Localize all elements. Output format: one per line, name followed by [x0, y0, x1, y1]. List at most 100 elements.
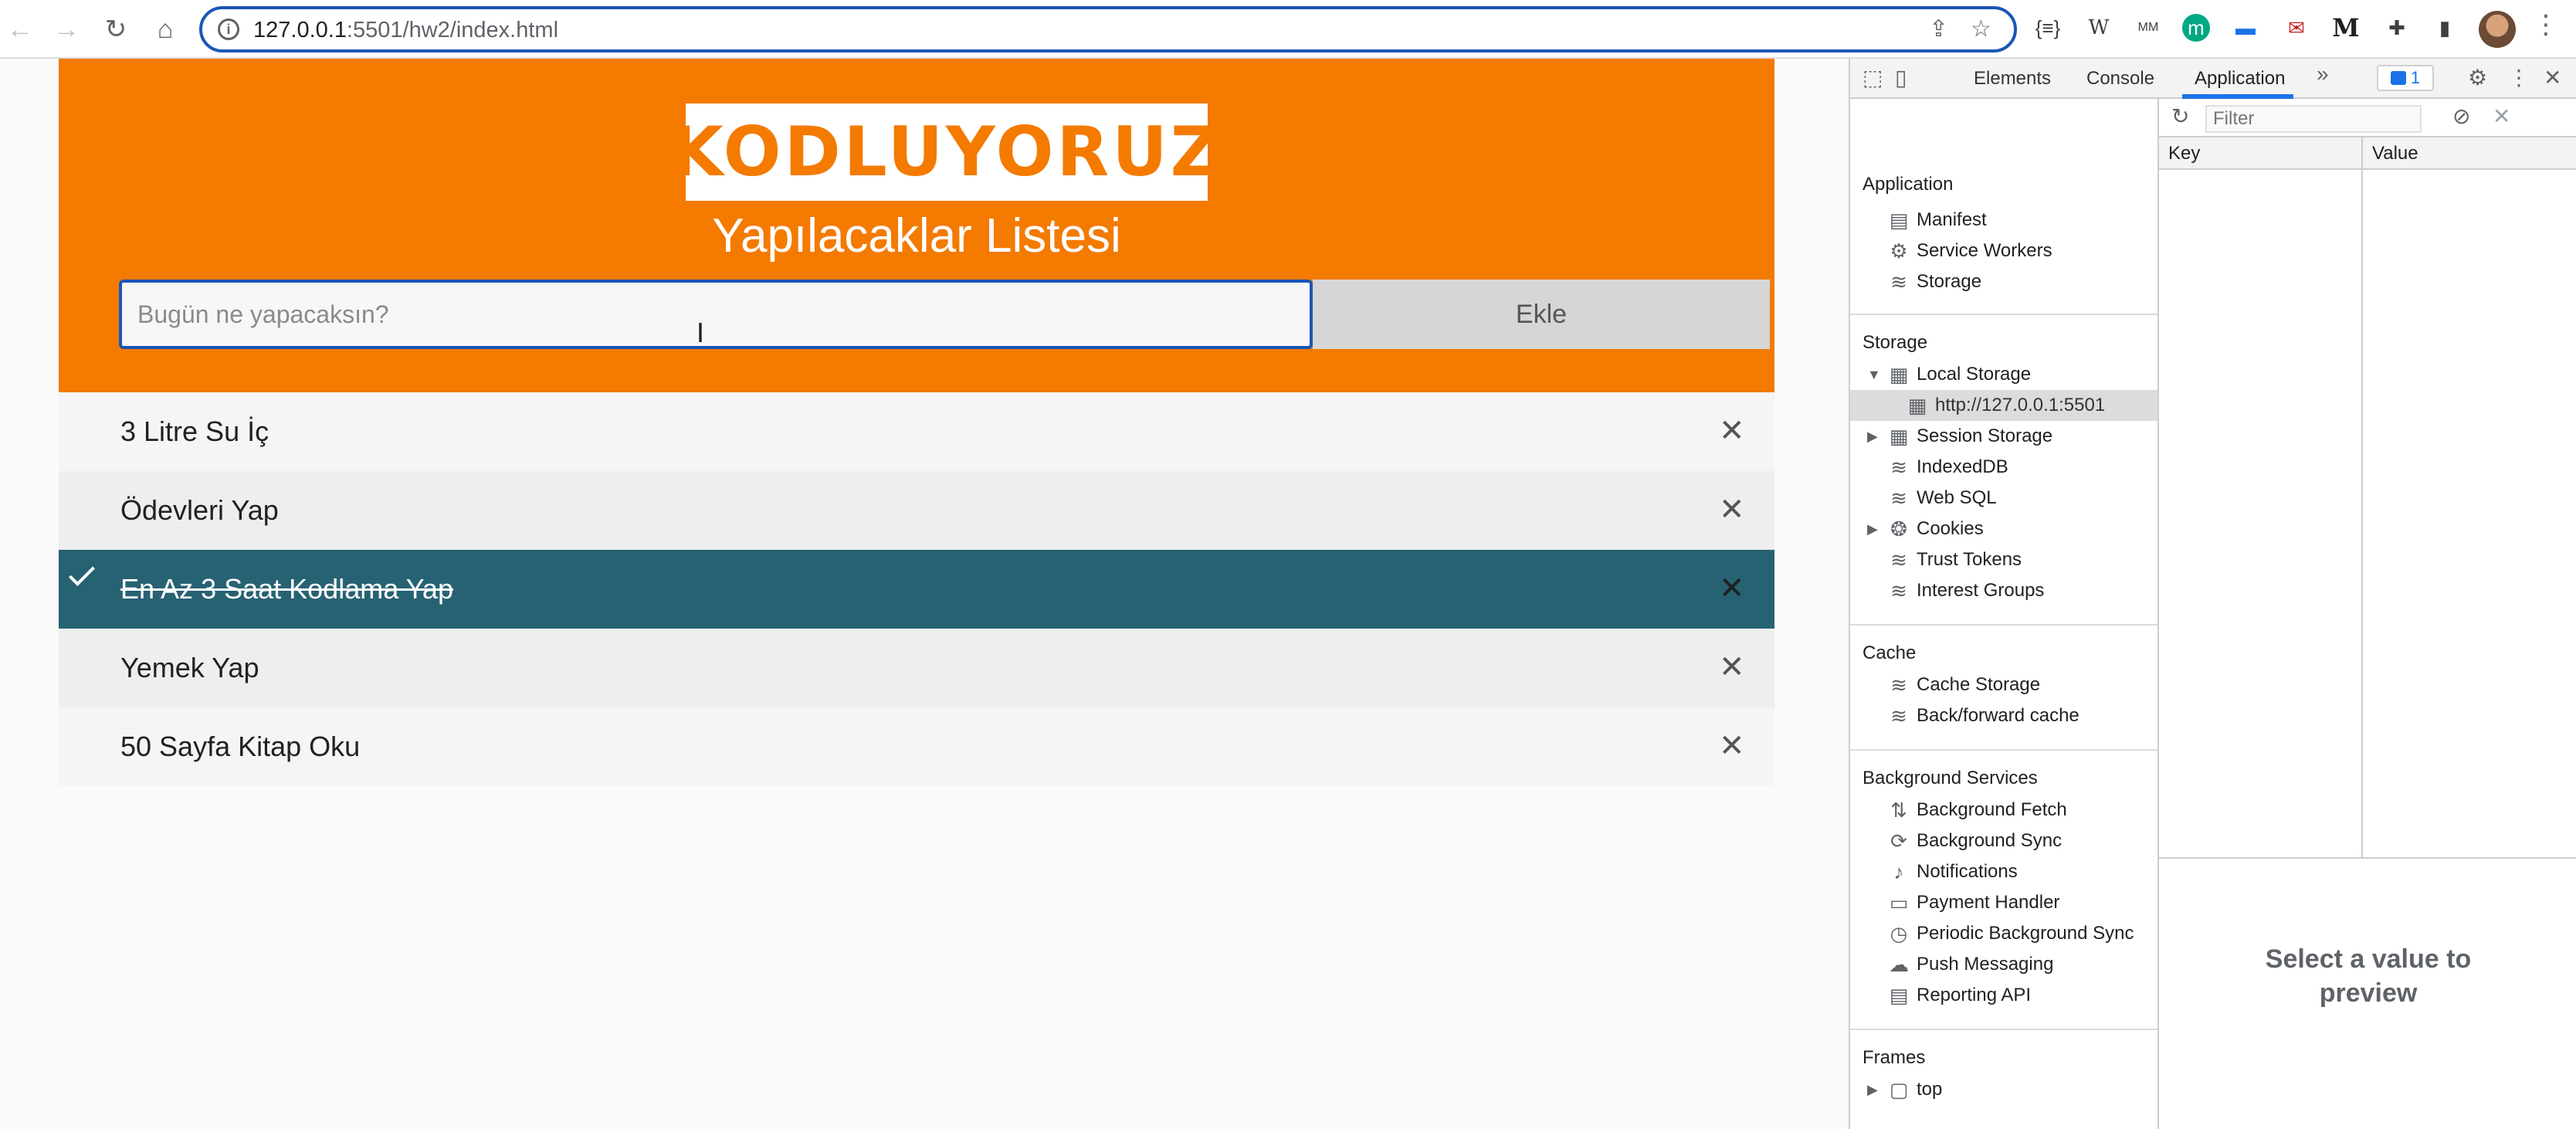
- tree-label: Notifications: [1917, 861, 2018, 882]
- bookmark-star-icon[interactable]: ☆: [1971, 15, 1991, 42]
- cloud-icon: ☁: [1889, 953, 1909, 976]
- todo-item[interactable]: Ödevleri Yap ✕: [59, 471, 1774, 550]
- site-info-icon[interactable]: i: [218, 19, 239, 40]
- extension-json-icon[interactable]: {≡}: [2032, 12, 2063, 43]
- tab-console[interactable]: Console: [2086, 68, 2154, 90]
- tab-elements[interactable]: Elements: [1974, 68, 2051, 90]
- tree-item-interest-groups[interactable]: ≋ Interest Groups: [1850, 575, 2157, 606]
- key-value-header: Key Value: [2159, 137, 2576, 170]
- tree-label: Cache Storage: [1917, 674, 2041, 695]
- extension-mail-icon[interactable]: ✉: [2281, 12, 2312, 43]
- tree-label: Push Messaging: [1917, 954, 2054, 975]
- tree-label: top: [1917, 1079, 1943, 1100]
- todo-item[interactable]: 50 Sayfa Kitap Oku ✕: [59, 707, 1774, 786]
- back-icon[interactable]: ←: [2, 11, 39, 48]
- refresh-icon[interactable]: ↻: [2171, 103, 2189, 129]
- tree-item-push-messaging[interactable]: ☁ Push Messaging: [1850, 949, 2157, 980]
- tree-item-reporting-api[interactable]: ▤ Reporting API: [1850, 980, 2157, 1011]
- extension-m-icon[interactable]: m: [2182, 14, 2210, 42]
- tree-label: Service Workers: [1917, 240, 2052, 261]
- tree-item-cookies[interactable]: ▶ ❂ Cookies: [1850, 514, 2157, 544]
- expanded-arrow-icon[interactable]: ▼: [1867, 359, 1881, 390]
- close-devtools-icon[interactable]: ✕: [2544, 65, 2561, 90]
- checkmark-icon: [69, 560, 95, 586]
- reload-icon[interactable]: ↻: [97, 11, 134, 48]
- preview-line-2: preview: [2319, 978, 2418, 1008]
- file-icon: ▤: [1889, 984, 1909, 1007]
- add-button[interactable]: Ekle: [1313, 280, 1770, 349]
- task-input[interactable]: [119, 280, 1313, 349]
- tree-item-websql[interactable]: ≋ Web SQL: [1850, 483, 2157, 514]
- browser-toolbar: ← → ↻ ⌂ i 127.0.0.1:5501/hw2/index.html …: [0, 0, 2576, 59]
- collapsed-arrow-icon[interactable]: ▶: [1867, 514, 1878, 544]
- devtools-menu-icon[interactable]: ⋮: [2508, 65, 2530, 90]
- clear-all-icon[interactable]: ⊘: [2452, 103, 2470, 129]
- section-divider: [1850, 1029, 2157, 1030]
- tree-label: http://127.0.0.1:5501: [1935, 395, 2106, 415]
- tree-item-local-storage[interactable]: ▼ ▦ Local Storage: [1850, 359, 2157, 390]
- side-panel-icon[interactable]: ▮: [2429, 12, 2460, 43]
- profile-avatar[interactable]: [2479, 11, 2516, 48]
- tree-label: Interest Groups: [1917, 580, 2045, 601]
- url-host: 127.0.0.1: [253, 18, 347, 42]
- delete-selected-icon[interactable]: ✕: [2493, 103, 2510, 129]
- browser-menu-icon[interactable]: ⋮: [2533, 9, 2559, 40]
- tree-item-local-origin[interactable]: ▦ http://127.0.0.1:5501: [1850, 390, 2157, 421]
- collapsed-arrow-icon[interactable]: ▶: [1867, 421, 1878, 452]
- tree-item-manifest[interactable]: ▤ Manifest: [1850, 205, 2157, 236]
- tree-item-background-fetch[interactable]: ⇅ Background Fetch: [1850, 795, 2157, 826]
- tree-item-cache-storage[interactable]: ≋ Cache Storage: [1850, 670, 2157, 700]
- tree-item-background-sync[interactable]: ⟳ Background Sync: [1850, 826, 2157, 856]
- close-icon[interactable]: ✕: [1719, 412, 1745, 449]
- tree-item-trust-tokens[interactable]: ≋ Trust Tokens: [1850, 544, 2157, 575]
- close-icon[interactable]: ✕: [1719, 649, 1745, 686]
- address-bar[interactable]: i 127.0.0.1:5501/hw2/index.html ⇪ ☆: [199, 6, 2017, 53]
- extension-w-icon[interactable]: W: [2083, 12, 2114, 43]
- share-icon[interactable]: ⇪: [1929, 15, 1948, 42]
- device-toolbar-icon[interactable]: ▯: [1895, 65, 1907, 90]
- tree-item-frame-top[interactable]: ▶ ▢ top: [1850, 1074, 2157, 1105]
- filter-input[interactable]: [2205, 105, 2422, 133]
- close-icon[interactable]: ✕: [1719, 491, 1745, 528]
- extension-mm-icon[interactable]: MM: [2133, 12, 2164, 43]
- todo-item-checked[interactable]: En Az 3 Saat Kodlama Yap ✕: [59, 550, 1774, 629]
- preview-divider[interactable]: [2159, 857, 2576, 859]
- tree-item-indexeddb[interactable]: ≋ IndexedDB: [1850, 452, 2157, 483]
- todo-list: 3 Litre Su İç ✕ Ödevleri Yap ✕ En Az 3 S…: [59, 392, 1774, 786]
- tree-item-storage[interactable]: ≋ Storage: [1850, 266, 2157, 297]
- database-icon: ≋: [1890, 548, 1907, 571]
- tree-item-bfcache[interactable]: ≋ Back/forward cache: [1850, 700, 2157, 731]
- extension-medium-icon[interactable]: M: [2330, 12, 2361, 43]
- tree-item-session-storage[interactable]: ▶ ▦ Session Storage: [1850, 421, 2157, 452]
- settings-gear-icon[interactable]: ⚙: [2468, 65, 2487, 90]
- inspect-element-icon[interactable]: ⬚: [1863, 65, 1883, 90]
- tree-item-service-workers[interactable]: ⚙ Service Workers: [1850, 236, 2157, 266]
- extensions-puzzle-icon[interactable]: ✚: [2381, 12, 2412, 43]
- more-tabs-icon[interactable]: »: [2317, 63, 2329, 85]
- tab-application[interactable]: Application: [2195, 68, 2285, 90]
- storage-toolbar: ↻ ⊘ ✕: [2159, 99, 2576, 137]
- tree-item-payment-handler[interactable]: ▭ Payment Handler: [1850, 887, 2157, 918]
- page-title: Yapılacaklar Listesi: [712, 209, 1121, 263]
- tree-item-notifications[interactable]: ♪ Notifications: [1850, 856, 2157, 887]
- todo-item[interactable]: 3 Litre Su İç ✕: [59, 392, 1774, 471]
- issues-badge[interactable]: 1: [2377, 65, 2434, 91]
- forward-icon[interactable]: →: [48, 11, 85, 48]
- tree-item-periodic-sync[interactable]: ◷ Periodic Background Sync: [1850, 918, 2157, 949]
- devtools-panel: ⬚ ▯ Elements Console Application » 1 ⚙ ⋮…: [1849, 59, 2576, 1129]
- collapsed-arrow-icon[interactable]: ▶: [1867, 1074, 1878, 1105]
- tree-label: Manifest: [1917, 209, 1987, 230]
- frame-icon: ▢: [1889, 1078, 1909, 1101]
- database-icon: ≋: [1890, 487, 1907, 510]
- value-column-header[interactable]: Value: [2372, 142, 2418, 165]
- key-column-header[interactable]: Key: [2168, 142, 2200, 165]
- address-url[interactable]: 127.0.0.1:5501/hw2/index.html: [253, 17, 558, 43]
- close-icon[interactable]: ✕: [1719, 727, 1745, 765]
- todo-item[interactable]: Yemek Yap ✕: [59, 629, 1774, 707]
- column-divider[interactable]: [2361, 137, 2363, 857]
- tree-label: Session Storage: [1917, 425, 2053, 446]
- storage-pane: ↻ ⊘ ✕ Key Value Select a value to previe…: [2159, 99, 2576, 1129]
- extension-window-icon[interactable]: ▬: [2230, 12, 2261, 43]
- close-icon[interactable]: ✕: [1719, 570, 1745, 607]
- home-icon[interactable]: ⌂: [147, 11, 184, 48]
